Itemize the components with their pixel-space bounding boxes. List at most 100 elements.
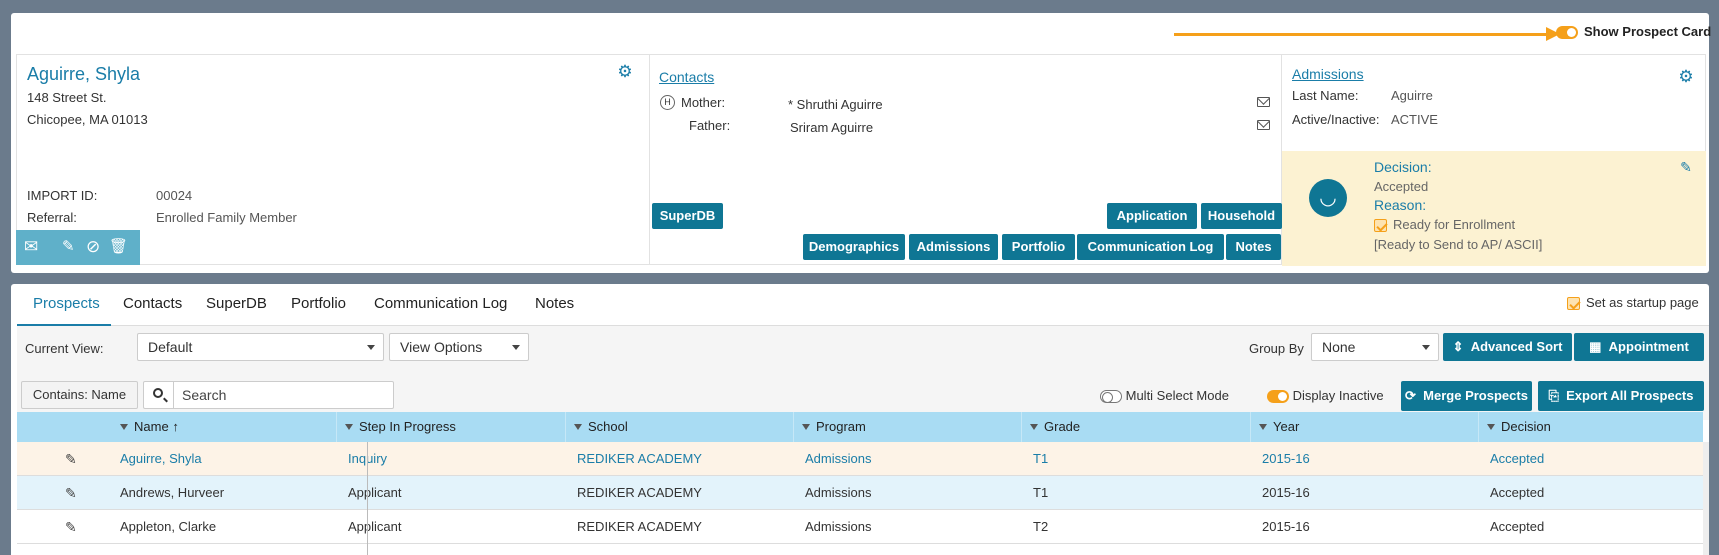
- search-input[interactable]: [182, 382, 362, 408]
- envelope-icon[interactable]: ✉: [24, 237, 38, 257]
- column-decision[interactable]: Decision: [1479, 412, 1703, 442]
- application-button[interactable]: Application: [1107, 203, 1197, 229]
- last-name-label: Last Name:: [1292, 88, 1359, 103]
- household-button[interactable]: Household: [1201, 203, 1282, 229]
- edit-row-icon[interactable]: ✎: [65, 452, 77, 466]
- cell-decision[interactable]: Accepted: [1490, 442, 1700, 476]
- view-options-select[interactable]: View Options: [389, 333, 529, 361]
- reason-label: Reason:: [1374, 197, 1427, 213]
- toggle-off-icon[interactable]: [1100, 390, 1122, 404]
- superdb-button[interactable]: SuperDB: [652, 203, 723, 229]
- contains-name-button[interactable]: Contains: Name: [21, 381, 138, 409]
- group-by-select[interactable]: None: [1311, 333, 1439, 361]
- trash-icon[interactable]: 🗑: [109, 237, 128, 257]
- column-grade[interactable]: Grade: [1022, 412, 1251, 442]
- tab-superdb[interactable]: SuperDB: [206, 295, 267, 312]
- filter-icon[interactable]: [574, 423, 582, 430]
- cell-grade: T1: [1033, 485, 1049, 500]
- column-school[interactable]: School: [566, 412, 794, 442]
- cell-step[interactable]: Inquiry: [348, 442, 558, 476]
- active-label: Active/Inactive:: [1292, 112, 1380, 127]
- reason-note: [Ready to Send to AP/ ASCII]: [1374, 237, 1543, 252]
- sort-icon: ⇕: [1452, 339, 1471, 354]
- cell-program[interactable]: Admissions: [805, 442, 1015, 476]
- column-program[interactable]: Program: [794, 412, 1022, 442]
- filter-icon[interactable]: [1487, 423, 1495, 430]
- tab-notes[interactable]: Notes: [535, 295, 574, 312]
- startup-label: Set as startup page: [1586, 295, 1699, 310]
- grid-scrollbar[interactable]: [1703, 442, 1709, 555]
- block-icon[interactable]: ⊘: [86, 237, 100, 257]
- admissions-gear-icon[interactable]: ⚙: [1678, 68, 1694, 85]
- active-value: ACTIVE: [1391, 112, 1438, 127]
- email-mother-icon[interactable]: [1257, 97, 1270, 107]
- cell-year[interactable]: 2015-16: [1262, 442, 1472, 476]
- column-step[interactable]: Step In Progress: [337, 412, 566, 442]
- multi-select-toggle[interactable]: Multi Select Mode: [1100, 388, 1229, 404]
- admissions-button[interactable]: Admissions: [909, 234, 998, 260]
- display-inactive-toggle[interactable]: Display Inactive: [1267, 388, 1384, 404]
- startup-page-option[interactable]: Set as startup page: [1567, 295, 1699, 311]
- startup-checkbox-icon[interactable]: [1567, 297, 1580, 311]
- cell-year: 2015-16: [1262, 485, 1310, 500]
- filter-icon[interactable]: [802, 423, 810, 430]
- search-icon[interactable]: [144, 382, 174, 408]
- reason-item: Ready for Enrollment: [1374, 217, 1515, 233]
- mother-name-link[interactable]: * Shruthi Aguirre: [788, 97, 883, 112]
- tab-contacts[interactable]: Contacts: [123, 295, 182, 312]
- tab-prospects[interactable]: Prospects: [33, 295, 100, 312]
- view-options-value: View Options: [400, 339, 483, 355]
- prospect-name[interactable]: Aguirre, Shyla: [27, 64, 140, 85]
- show-card-label: Show Prospect Card: [1584, 24, 1712, 39]
- toggle-switch-icon[interactable]: [1556, 26, 1578, 40]
- cell-school[interactable]: REDIKER ACADEMY: [577, 442, 787, 476]
- show-prospect-card-toggle[interactable]: Show Prospect Card: [1556, 24, 1712, 40]
- chevron-down-icon: [367, 345, 375, 350]
- edit-row-icon[interactable]: ✎: [65, 520, 77, 534]
- filter-icon[interactable]: [120, 423, 128, 430]
- demographics-button[interactable]: Demographics: [803, 234, 905, 260]
- referral-label: Referral:: [27, 210, 77, 225]
- table-row[interactable]: ✎ Appleton, Clarke Applicant REDIKER ACADEM…: [17, 510, 1703, 544]
- advanced-sort-button[interactable]: ⇕ Advanced Sort: [1443, 333, 1572, 361]
- column-name[interactable]: Name ↑: [17, 412, 337, 442]
- edit-icon[interactable]: ✎: [62, 237, 75, 257]
- communication-log-button[interactable]: Communication Log: [1077, 234, 1224, 260]
- toolbar: Current View: Default View Options Group…: [17, 326, 1709, 420]
- merge-prospects-button[interactable]: ⟳ Merge Prospects: [1401, 381, 1532, 411]
- filter-icon[interactable]: [345, 423, 353, 430]
- column-divider: [367, 442, 368, 555]
- email-father-icon[interactable]: [1257, 120, 1270, 130]
- filter-icon[interactable]: [1030, 423, 1038, 430]
- filter-icon[interactable]: [1259, 423, 1267, 430]
- cell-name[interactable]: Aguirre, Shyla: [120, 442, 350, 476]
- cell-grade: T2: [1033, 519, 1049, 534]
- search-box[interactable]: [143, 381, 394, 409]
- prospects-list-panel: Prospects Contacts SuperDB Portfolio Com…: [11, 284, 1709, 555]
- edit-row-icon[interactable]: ✎: [65, 486, 77, 500]
- edit-decision-icon[interactable]: ✎: [1678, 159, 1694, 175]
- table-row[interactable]: ✎ Andrews, Hurveer Applicant REDIKER ACADEM…: [17, 476, 1703, 510]
- father-name-link[interactable]: Sriram Aguirre: [790, 120, 873, 135]
- contacts-link[interactable]: Contacts: [659, 69, 714, 85]
- checked-icon: [1374, 219, 1387, 233]
- portfolio-button[interactable]: Portfolio: [1002, 234, 1075, 260]
- toggle-on-icon[interactable]: [1267, 390, 1289, 404]
- tab-portfolio[interactable]: Portfolio: [291, 295, 346, 312]
- merge-icon: ⟳: [1405, 388, 1424, 403]
- address-line-2: Chicopee, MA 01013: [27, 112, 148, 127]
- chevron-down-icon: [512, 345, 520, 350]
- cell-grade[interactable]: T1: [1033, 442, 1243, 476]
- notes-button[interactable]: Notes: [1226, 234, 1281, 260]
- cell-program: Admissions: [805, 485, 872, 500]
- export-prospects-button[interactable]: ⎘ Export All Prospects: [1538, 381, 1704, 411]
- appointment-button[interactable]: ▦ Appointment: [1574, 333, 1704, 361]
- tab-communication-log[interactable]: Communication Log: [374, 295, 507, 312]
- column-year[interactable]: Year: [1251, 412, 1479, 442]
- admissions-link[interactable]: Admissions: [1292, 66, 1364, 82]
- gear-icon[interactable]: ⚙: [617, 63, 633, 80]
- current-view-select[interactable]: Default: [137, 333, 384, 361]
- smiley-icon: ◡: [1309, 179, 1347, 217]
- table-row[interactable]: ✎ Aguirre, ShylaInquiry REDIKER ACADEMY Adm…: [17, 442, 1703, 476]
- export-icon: ⎘: [1548, 388, 1567, 403]
